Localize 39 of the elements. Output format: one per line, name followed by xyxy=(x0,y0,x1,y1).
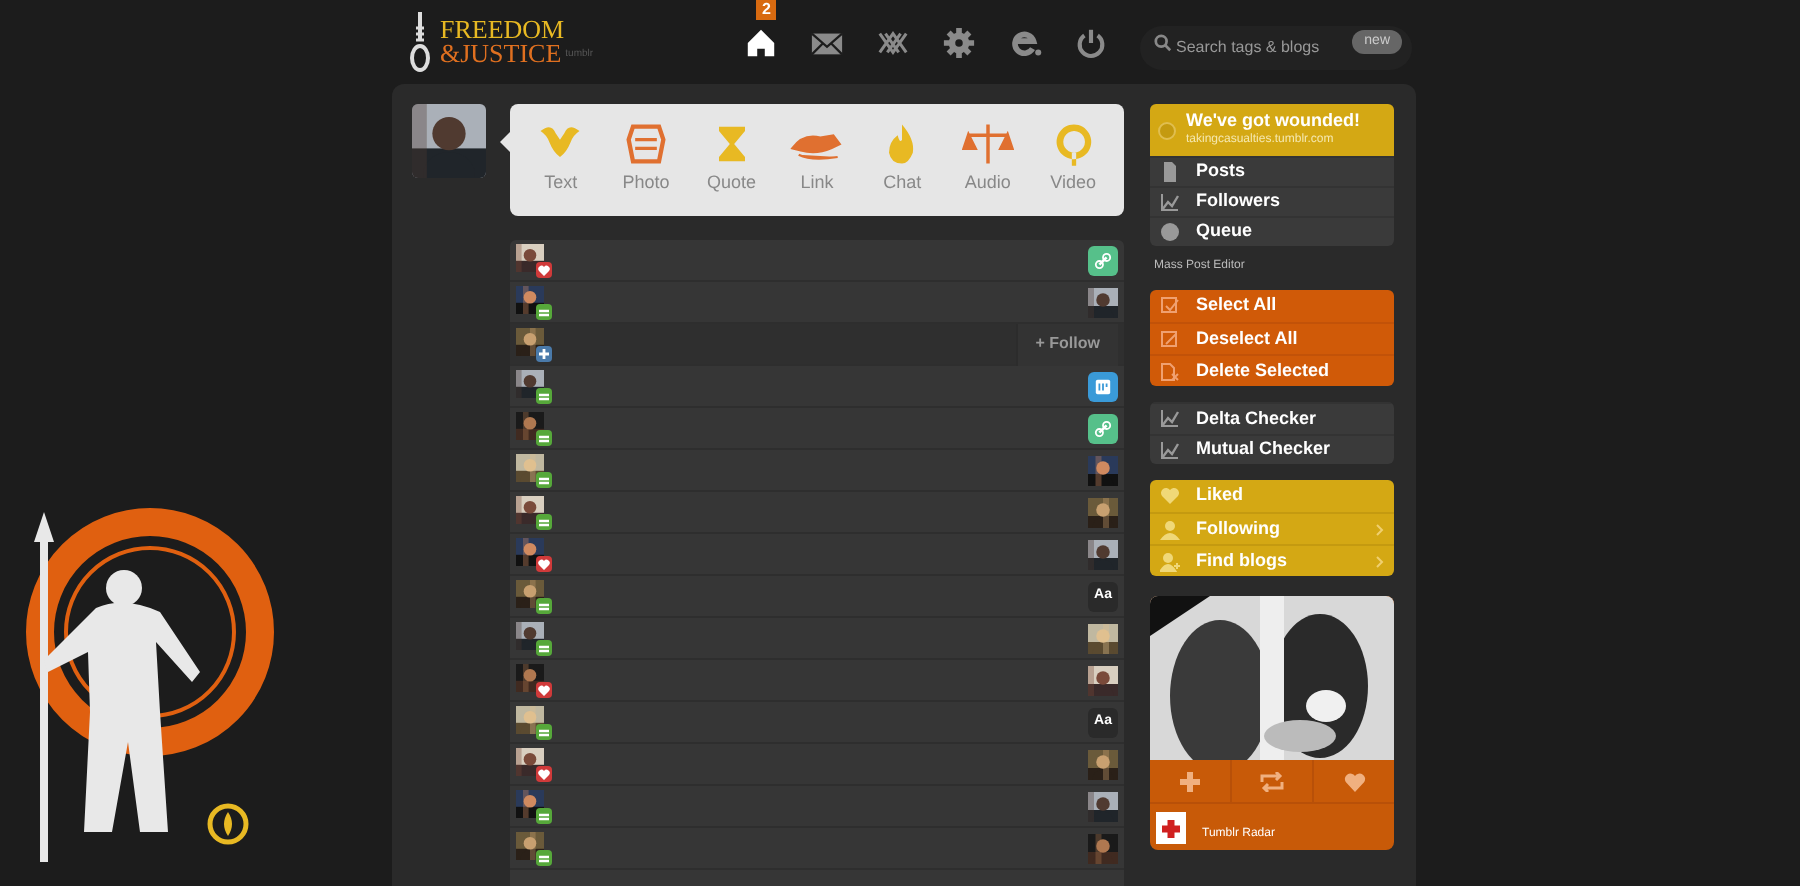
menu-item[interactable]: Mutual Checker xyxy=(1150,433,1394,464)
first-aid-icon xyxy=(1156,811,1186,843)
post-type-button[interactable]: Audio xyxy=(947,122,1028,198)
person-add-icon xyxy=(1160,551,1180,571)
menu-item[interactable]: Find blogs xyxy=(1150,544,1394,576)
post-type-button[interactable]: Quote xyxy=(691,122,772,198)
menu-item[interactable]: Select All xyxy=(1150,290,1394,322)
link-icon[interactable] xyxy=(1088,413,1118,443)
chart-icon xyxy=(1160,192,1180,212)
heart-icon xyxy=(1160,486,1180,506)
chat-icon[interactable] xyxy=(1088,371,1118,401)
post-type-button[interactable]: Text xyxy=(520,122,601,198)
blog-title: We've got wounded! xyxy=(1186,110,1360,130)
chart-icon xyxy=(1160,439,1180,460)
square-icon xyxy=(1160,329,1180,349)
chart-icon xyxy=(1160,408,1180,429)
logo-text: FREEDOM xyxy=(440,18,567,42)
link-icon[interactable] xyxy=(1088,245,1118,275)
checked-square-icon xyxy=(1160,296,1180,316)
menu-item[interactable]: Queue xyxy=(1150,216,1394,246)
menu-item[interactable]: Followers xyxy=(1150,186,1394,216)
follow-button[interactable]: + Follow xyxy=(1015,323,1118,365)
post-type-button[interactable]: Photo xyxy=(606,122,687,198)
notification-count: 2 xyxy=(756,0,777,19)
post-type-button[interactable]: Link xyxy=(776,122,857,198)
delete-document-icon xyxy=(1160,361,1180,381)
logo-text: &JUSTICE xyxy=(440,42,562,66)
person-icon xyxy=(1160,519,1180,539)
menu-item[interactable]: Delta Checker xyxy=(1150,402,1394,433)
post-type-button[interactable]: Chat xyxy=(862,122,943,198)
post-type-button[interactable]: Video xyxy=(1033,122,1114,198)
document-icon xyxy=(1160,162,1180,182)
menu-item[interactable]: Liked xyxy=(1150,480,1394,512)
menu-item[interactable]: Delete Selected xyxy=(1150,354,1394,386)
blog-icon xyxy=(1158,121,1176,139)
search-icon xyxy=(1154,34,1172,52)
menu-item[interactable]: Posts xyxy=(1150,156,1394,186)
menu-item[interactable]: Following xyxy=(1150,512,1394,544)
menu-item[interactable]: Deselect All xyxy=(1150,322,1394,354)
